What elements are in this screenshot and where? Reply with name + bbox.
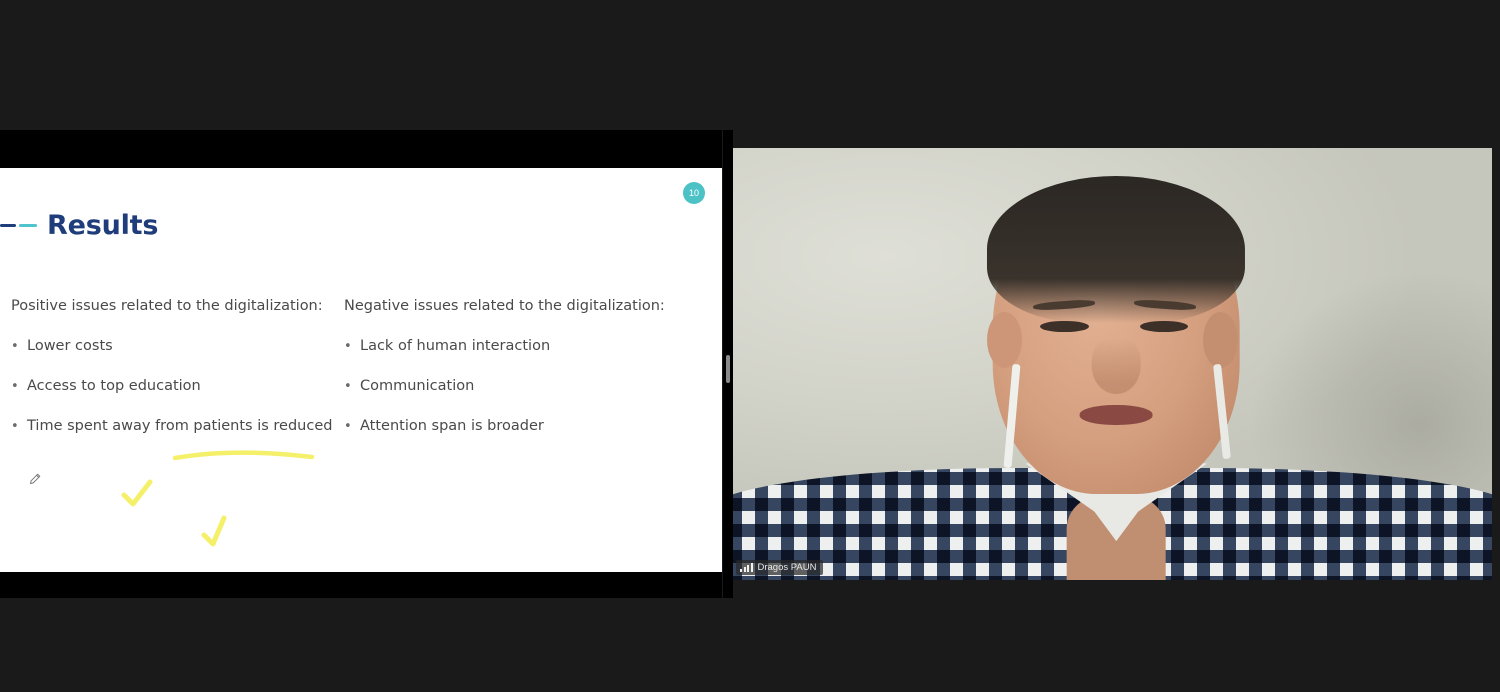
participant-name-badge: Dragos PAUN (736, 560, 824, 575)
hair-shape (987, 176, 1246, 323)
list-item: • Lack of human interaction (344, 338, 718, 355)
list-item-label: Time spent away from patients is reduced (27, 417, 333, 434)
slide-number-badge: 10 (683, 182, 705, 204)
participant-video-tile[interactable]: Dragos PAUN (733, 148, 1492, 580)
highlight-checkmark-mark-1 (121, 479, 153, 507)
negative-issues-column: Negative issues related to the digitaliz… (338, 298, 718, 459)
list-item-label: Lower costs (27, 338, 113, 354)
bullet-dot-icon: • (11, 418, 19, 434)
positive-column-heading: Positive issues related to the digitaliz… (11, 298, 323, 314)
signal-bars-icon (740, 563, 753, 572)
list-item: • Attention span is broader (344, 417, 718, 435)
slide-heading-row: Results (0, 204, 722, 246)
letterbox-bar-bottom (0, 572, 722, 598)
bullet-dot-icon: • (344, 378, 352, 394)
ear-right-shape (1202, 312, 1238, 369)
panel-resize-handle[interactable] (723, 130, 733, 598)
negative-column-heading: Negative issues related to the digitaliz… (344, 298, 665, 314)
highlight-checkmark-mark-2 (201, 515, 227, 547)
list-item-label: Lack of human interaction (360, 338, 551, 354)
presentation-slide[interactable]: 10 Results Positive issues related to th… (0, 168, 722, 572)
list-item: • Time spent away from patients is reduc… (11, 417, 338, 435)
pencil-icon (29, 473, 41, 485)
bullet-dot-icon: • (344, 339, 352, 354)
list-item: • Communication (344, 377, 718, 395)
nose-shape (1092, 338, 1141, 395)
meeting-stage: 10 Results Positive issues related to th… (0, 0, 1500, 692)
list-item-label: Communication (360, 377, 475, 394)
slide-body: Positive issues related to the digitaliz… (0, 298, 722, 459)
mouth-shape (1079, 405, 1153, 425)
list-item: • Access to top education (11, 377, 338, 395)
list-item-label: Attention span is broader (360, 417, 544, 434)
slide-title: Results (47, 209, 159, 241)
participant-name-label: Dragos PAUN (757, 561, 817, 573)
participant-webcam-image (733, 148, 1492, 580)
bullet-dot-icon: • (11, 339, 19, 354)
positive-issues-column: Positive issues related to the digitaliz… (0, 298, 338, 459)
bullet-dot-icon: • (344, 418, 352, 434)
letterbox-bar-top (0, 130, 722, 168)
list-item-label: Access to top education (27, 377, 201, 394)
resize-grip-icon[interactable] (726, 355, 730, 383)
bullet-dot-icon: • (11, 378, 19, 394)
shared-screen-panel[interactable]: 10 Results Positive issues related to th… (0, 130, 722, 598)
list-item: • Lower costs (11, 338, 338, 355)
heading-accent-dash-icon (0, 223, 37, 227)
